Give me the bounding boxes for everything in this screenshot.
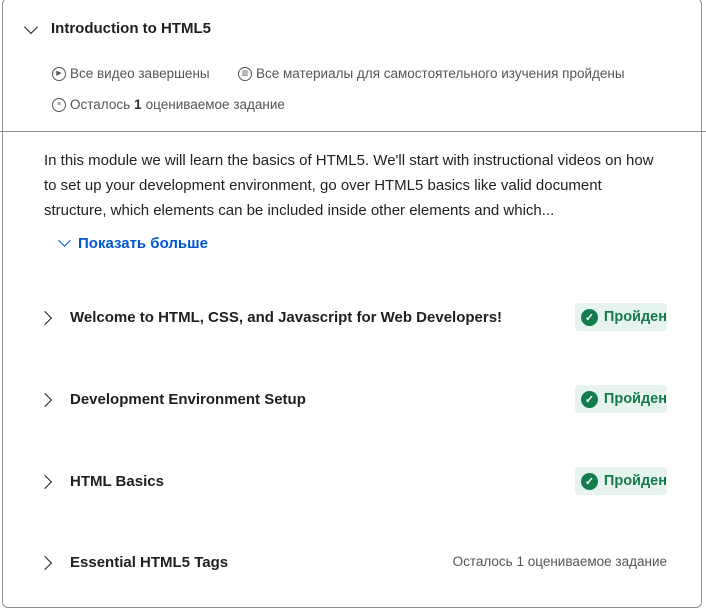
status-badge: ✓ Пройден [575,385,667,413]
remaining-status: Осталось 1 оцениваемое задание [452,554,667,569]
check-circle-icon: ✓ [581,472,598,490]
lesson-item[interactable]: Welcome to HTML, CSS, and Javascript for… [0,298,706,338]
lesson-item[interactable]: Development Environment Setup ✓ Пройден [0,380,706,420]
assignments-status: ≡ Осталось 1 оцениваемое задание [52,97,285,112]
show-more-button[interactable]: Показать больше [58,234,208,252]
chevron-right-icon [37,555,53,571]
chevron-down-icon [58,234,71,247]
book-icon: ▥ [238,66,252,81]
videos-status: ▶ Все видео завершены [52,66,210,81]
module-header[interactable]: Introduction to HTML5 ▶ Все видео заверше… [0,0,706,132]
status-badge: ✓ Пройден [575,303,667,331]
assignment-icon: ≡ [52,97,66,112]
status-badge: ✓ Пройден [575,467,667,495]
chevron-right-icon [37,474,53,490]
lesson-item[interactable]: HTML Basics ✓ Пройден [0,462,706,502]
chevron-right-icon [37,392,53,408]
module-title: Introduction to HTML5 [51,20,211,37]
chevron-right-icon [37,310,53,326]
module-description: In this module we will learn the basics … [44,152,654,219]
check-circle-icon: ✓ [581,308,598,326]
play-icon: ▶ [52,66,66,81]
lesson-title: Welcome to HTML, CSS, and Javascript for… [70,309,503,326]
materials-status: ▥ Все материалы для самостоятельного изуч… [238,66,625,81]
lesson-item[interactable]: Essential HTML5 Tags Осталось 1 оцениваем… [0,543,706,583]
lesson-title: HTML Basics [70,473,164,490]
check-circle-icon: ✓ [581,390,598,408]
chevron-down-icon[interactable] [23,19,39,35]
lesson-title: Essential HTML5 Tags [70,554,229,571]
lesson-title: Development Environment Setup [70,391,306,408]
